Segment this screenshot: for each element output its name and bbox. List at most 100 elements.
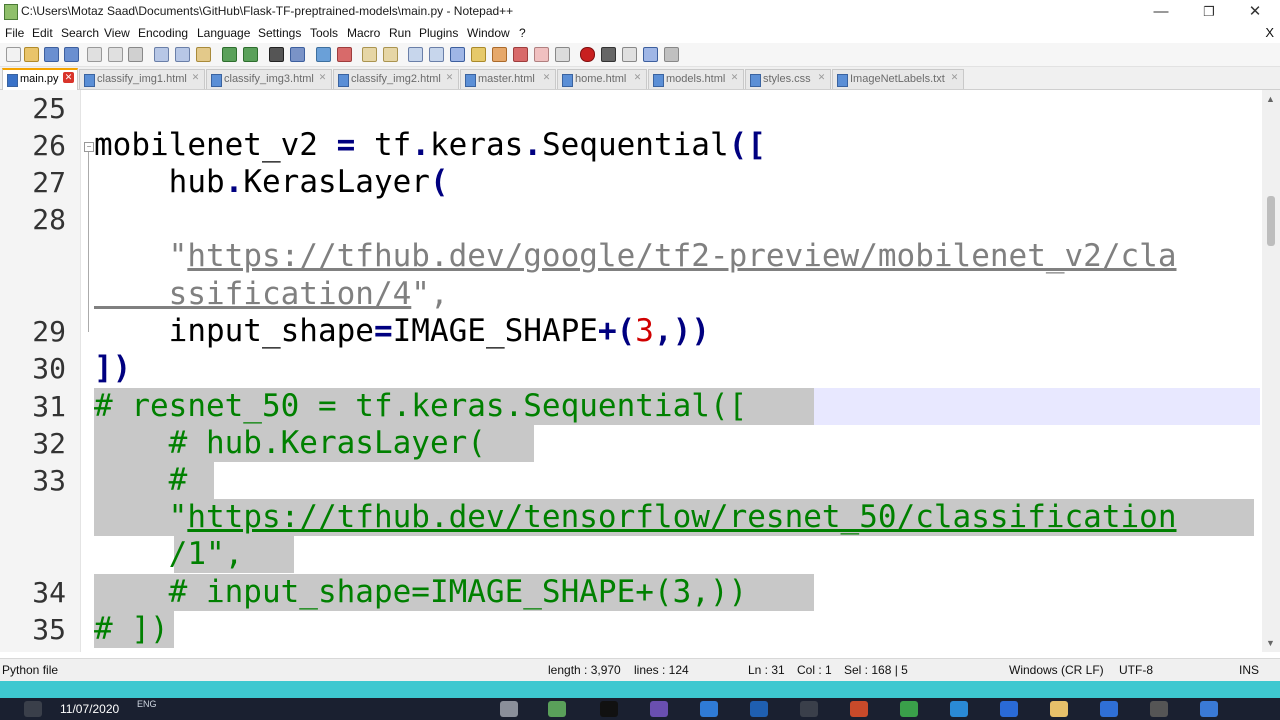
close-document-button[interactable]: X	[1265, 25, 1274, 40]
tab-imagenet-labels[interactable]: ImageNetLabels.txt ✕	[832, 69, 964, 89]
redo-icon[interactable]	[243, 47, 258, 62]
indent-guide-icon[interactable]	[450, 47, 465, 62]
save-macro-icon[interactable]	[664, 47, 679, 62]
record-macro-icon[interactable]	[580, 47, 595, 62]
menu-file[interactable]: File	[5, 26, 24, 40]
close-tab-icon[interactable]: ✕	[632, 72, 643, 83]
file-explorer-taskbar-icon[interactable]	[1050, 701, 1068, 717]
powerpoint-taskbar-icon[interactable]	[850, 701, 868, 717]
menu-language[interactable]: Language	[197, 26, 250, 40]
scrollbar-thumb[interactable]	[1267, 196, 1275, 246]
show-all-characters-icon[interactable]	[429, 47, 444, 62]
restore-button[interactable]: ❐	[1186, 0, 1232, 24]
minimize-button[interactable]: —	[1138, 0, 1184, 24]
menu-view[interactable]: View	[104, 26, 130, 40]
status-eol[interactable]: Windows (CR LF)	[1009, 663, 1104, 677]
zoom-out-icon[interactable]	[337, 47, 352, 62]
menu-edit[interactable]: Edit	[32, 26, 53, 40]
url-link[interactable]: ssification/4	[94, 276, 412, 312]
close-tab-icon[interactable]: ✕	[729, 72, 740, 83]
close-tab-icon[interactable]: ✕	[444, 72, 455, 83]
close-all-icon[interactable]	[108, 47, 123, 62]
cut-icon[interactable]	[154, 47, 169, 62]
close-window-button[interactable]: ✕	[1232, 0, 1278, 24]
vertical-scrollbar[interactable]: ▲ ▼	[1262, 90, 1280, 652]
taskbar-app-icon[interactable]	[650, 701, 668, 717]
stop-macro-icon[interactable]	[601, 47, 616, 62]
menu-window[interactable]: Window	[467, 26, 510, 40]
taskbar-app-icon[interactable]	[700, 701, 718, 717]
save-icon[interactable]	[44, 47, 59, 62]
taskbar-app-icon[interactable]	[500, 701, 518, 717]
zoom-in-icon[interactable]	[316, 47, 331, 62]
terminal-taskbar-icon[interactable]	[600, 701, 618, 717]
code-comment: #	[94, 462, 188, 498]
tab-classify-img2[interactable]: classify_img2.html ✕	[333, 69, 459, 89]
taskbar-app-icon[interactable]	[1100, 701, 1118, 717]
sync-vertical-icon[interactable]	[362, 47, 377, 62]
doc-map-icon[interactable]	[471, 47, 486, 62]
undo-icon[interactable]	[222, 47, 237, 62]
tab-home[interactable]: home.html ✕	[557, 69, 647, 89]
file-icon	[338, 74, 349, 87]
tab-styles[interactable]: styles.css ✕	[745, 69, 831, 89]
scroll-down-arrow-icon[interactable]: ▼	[1266, 638, 1275, 648]
copy-icon[interactable]	[175, 47, 190, 62]
taskbar-app-icon[interactable]	[800, 701, 818, 717]
open-file-icon[interactable]	[24, 47, 39, 62]
code-editor[interactable]: 25 26 27 28 29 30 31 32 33 34 35 − mobil…	[0, 90, 1262, 652]
tab-master[interactable]: master.html ✕	[460, 69, 556, 89]
menu-run[interactable]: Run	[389, 26, 411, 40]
close-tab-icon[interactable]: ✕	[541, 72, 552, 83]
function-list-icon[interactable]	[492, 47, 507, 62]
tab-label: styles.css	[763, 73, 811, 85]
save-all-icon[interactable]	[64, 47, 79, 62]
edge-taskbar-icon[interactable]	[950, 701, 968, 717]
close-tab-icon[interactable]: ✕	[190, 72, 201, 83]
menu-encoding[interactable]: Encoding	[138, 26, 188, 40]
taskbar-app-icon[interactable]	[1000, 701, 1018, 717]
status-insert-mode[interactable]: INS	[1239, 663, 1259, 677]
taskbar-app-icon[interactable]	[1200, 701, 1218, 717]
url-link[interactable]: https://tfhub.dev/tensorflow/resnet_50/c…	[187, 499, 1176, 535]
tab-classify-img1[interactable]: classify_img1.html ✕	[79, 69, 205, 89]
close-icon[interactable]	[87, 47, 102, 62]
status-encoding[interactable]: UTF-8	[1119, 663, 1153, 677]
fold-toggle-icon[interactable]: −	[84, 142, 94, 152]
view-icon[interactable]	[555, 47, 570, 62]
close-tab-icon[interactable]: ✕	[949, 72, 960, 83]
menu-search[interactable]: Search	[61, 26, 99, 40]
menu-plugins[interactable]: Plugins	[419, 26, 458, 40]
close-tab-icon[interactable]: ✕	[63, 72, 74, 83]
scroll-up-arrow-icon[interactable]: ▲	[1266, 94, 1275, 104]
folder-workspace-icon[interactable]	[513, 47, 528, 62]
run-macro-multiple-icon[interactable]	[643, 47, 658, 62]
url-link[interactable]: https://tfhub.dev/google/tf2-preview/mob…	[187, 238, 1176, 274]
language-indicator[interactable]: ENG	[137, 699, 157, 709]
taskbar-date[interactable]: 11/07/2020	[60, 702, 119, 716]
word-wrap-icon[interactable]	[408, 47, 423, 62]
taskbar-app-icon[interactable]	[1150, 701, 1168, 717]
play-macro-icon[interactable]	[622, 47, 637, 62]
code-token: keras	[429, 127, 524, 163]
new-file-icon[interactable]	[6, 47, 21, 62]
notepadpp-taskbar-icon[interactable]	[548, 701, 566, 717]
chrome-taskbar-icon[interactable]	[900, 701, 918, 717]
word-taskbar-icon[interactable]	[750, 701, 768, 717]
menu-tools[interactable]: Tools	[310, 26, 338, 40]
find-icon[interactable]	[269, 47, 284, 62]
paste-icon[interactable]	[196, 47, 211, 62]
network-icon[interactable]	[24, 701, 42, 717]
sync-horizontal-icon[interactable]	[383, 47, 398, 62]
menu-help[interactable]: ?	[519, 26, 526, 40]
print-icon[interactable]	[128, 47, 143, 62]
tab-main-py[interactable]: main.py ✕	[2, 68, 78, 90]
replace-icon[interactable]	[290, 47, 305, 62]
tab-classify-img3[interactable]: classify_img3.html ✕	[206, 69, 332, 89]
menu-settings[interactable]: Settings	[258, 26, 301, 40]
close-tab-icon[interactable]: ✕	[816, 72, 827, 83]
monitor-icon[interactable]	[534, 47, 549, 62]
close-tab-icon[interactable]: ✕	[317, 72, 328, 83]
tab-models[interactable]: models.html ✕	[648, 69, 744, 89]
menu-macro[interactable]: Macro	[347, 26, 380, 40]
